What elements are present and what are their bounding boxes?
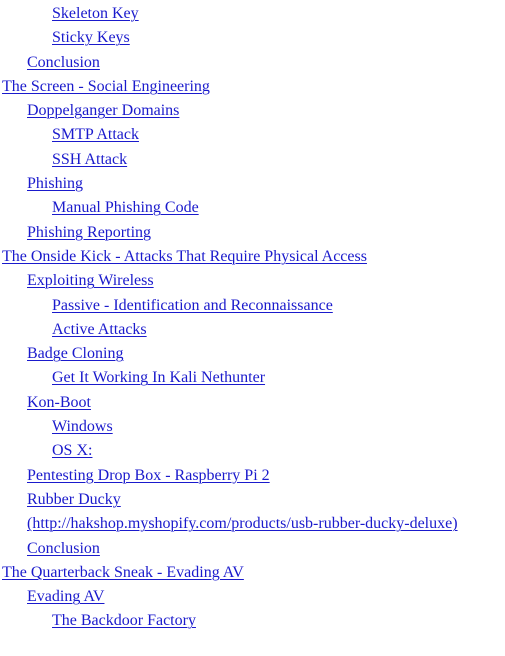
toc-link[interactable]: The Onside Kick - Attacks That Require P…: [2, 248, 367, 265]
toc-entry: Rubber Ducky: [0, 488, 505, 512]
toc-entry: (http://hakshop.myshopify.com/products/u…: [0, 512, 505, 536]
toc-entry: Passive - Identification and Reconnaissa…: [0, 294, 505, 318]
toc-entry: SMTP Attack: [0, 123, 505, 147]
toc-link[interactable]: OS X:: [52, 442, 92, 459]
toc-link[interactable]: Pentesting Drop Box - Raspberry Pi 2: [27, 467, 270, 484]
toc-entry: SSH Attack: [0, 148, 505, 172]
toc-link[interactable]: (http://hakshop.myshopify.com/products/u…: [27, 515, 458, 532]
toc-entry: Conclusion: [0, 537, 505, 561]
toc-link[interactable]: Phishing: [27, 175, 83, 192]
toc-link[interactable]: SMTP Attack: [52, 126, 139, 143]
toc-entry: OS X:: [0, 439, 505, 463]
toc-entry: The Quarterback Sneak - Evading AV: [0, 561, 505, 585]
toc-link[interactable]: Doppelganger Domains: [27, 102, 179, 119]
toc-link[interactable]: Evading AV: [27, 588, 104, 605]
toc-entry: Kon-Boot: [0, 391, 505, 415]
toc-link[interactable]: Skeleton Key: [52, 5, 139, 22]
table-of-contents: Skeleton Key Sticky Keys Conclusion The Scr…: [0, 2, 505, 634]
toc-entry: Conclusion: [0, 51, 505, 75]
toc-link[interactable]: The Screen - Social Engineering: [2, 78, 210, 95]
toc-link[interactable]: Conclusion: [27, 540, 100, 557]
toc-entry: Phishing Reporting: [0, 221, 505, 245]
toc-entry: Sticky Keys: [0, 26, 505, 50]
toc-link[interactable]: Get It Working In Kali Nethunter: [52, 369, 265, 386]
toc-entry: The Backdoor Factory: [0, 609, 505, 633]
toc-entry: Active Attacks: [0, 318, 505, 342]
toc-link[interactable]: Manual Phishing Code: [52, 199, 199, 216]
toc-link[interactable]: Windows: [52, 418, 113, 435]
toc-entry: The Onside Kick - Attacks That Require P…: [0, 245, 505, 269]
toc-entry: Evading AV: [0, 585, 505, 609]
toc-link[interactable]: The Backdoor Factory: [52, 612, 196, 629]
toc-link[interactable]: Exploiting Wireless: [27, 272, 154, 289]
toc-link[interactable]: Passive - Identification and Reconnaissa…: [52, 297, 333, 314]
toc-link[interactable]: SSH Attack: [52, 151, 127, 168]
toc-entry: Windows: [0, 415, 505, 439]
toc-link[interactable]: Phishing Reporting: [27, 224, 151, 241]
toc-entry: The Screen - Social Engineering: [0, 75, 505, 99]
toc-link[interactable]: Badge Cloning: [27, 345, 123, 362]
toc-link[interactable]: Rubber Ducky: [27, 491, 121, 508]
toc-entry: Get It Working In Kali Nethunter: [0, 366, 505, 390]
toc-entry: Manual Phishing Code: [0, 196, 505, 220]
toc-link[interactable]: Conclusion: [27, 54, 100, 71]
toc-entry: Badge Cloning: [0, 342, 505, 366]
toc-entry: Pentesting Drop Box - Raspberry Pi 2: [0, 464, 505, 488]
toc-entry: Doppelganger Domains: [0, 99, 505, 123]
toc-link[interactable]: Sticky Keys: [52, 29, 130, 46]
toc-entry: Exploiting Wireless: [0, 269, 505, 293]
toc-link[interactable]: The Quarterback Sneak - Evading AV: [2, 564, 244, 581]
toc-link[interactable]: Active Attacks: [52, 321, 147, 338]
toc-link[interactable]: Kon-Boot: [27, 394, 91, 411]
toc-entry: Phishing: [0, 172, 505, 196]
toc-entry: Skeleton Key: [0, 2, 505, 26]
